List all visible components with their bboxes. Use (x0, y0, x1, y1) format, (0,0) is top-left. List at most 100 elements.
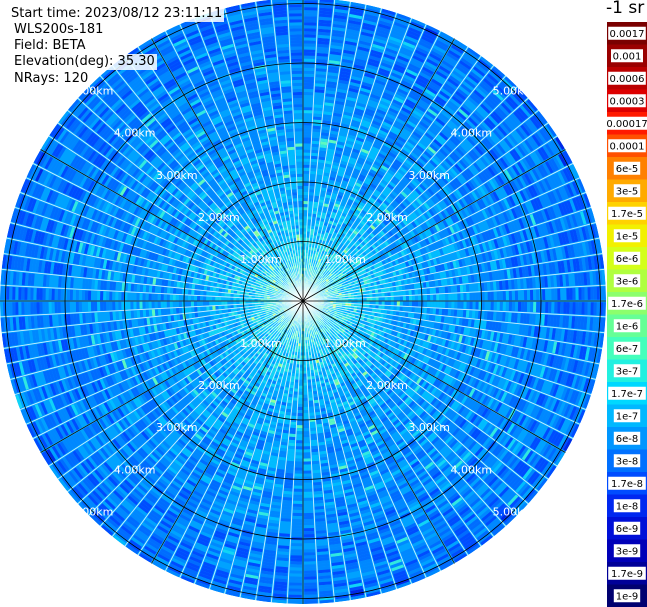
range-gate (384, 292, 388, 297)
range-gate (304, 52, 315, 56)
range-gate (384, 296, 388, 301)
range-gate (304, 34, 316, 38)
range-gate (584, 287, 588, 300)
range-gate (303, 213, 308, 217)
range-gate (496, 301, 500, 311)
range-gate (402, 290, 406, 296)
range-gate (433, 301, 437, 308)
range-gate (475, 292, 479, 301)
range-gate (303, 119, 312, 123)
range-gate (372, 297, 376, 301)
range-gate (402, 296, 406, 301)
range-gate (415, 301, 419, 307)
range-gate (557, 302, 561, 314)
range-gate (310, 170, 317, 175)
range-gate (392, 310, 397, 316)
range-gate (396, 306, 400, 311)
range-gate (408, 307, 412, 312)
range-gate (304, 43, 316, 47)
range-gate (424, 295, 428, 301)
range-gate (466, 301, 470, 310)
range-gate (438, 308, 443, 315)
range-gate (523, 301, 528, 312)
range-gate (307, 216, 312, 220)
range-gate (303, 216, 308, 220)
range-gate (439, 301, 443, 308)
range-gate (465, 310, 470, 318)
range-gate (304, 37, 316, 41)
range-gate (472, 301, 476, 310)
range-gate (405, 290, 409, 296)
range-gate (448, 301, 452, 309)
range-gate (311, 140, 320, 145)
range-gate (602, 302, 606, 316)
range-gate (310, 161, 317, 166)
range-gate (381, 305, 385, 310)
range-gate (414, 289, 418, 295)
range-gate (307, 222, 311, 226)
range-gate (303, 131, 312, 135)
range-gate (457, 293, 461, 301)
range-gate (435, 287, 440, 294)
range-gate (408, 295, 413, 301)
range-gate (453, 285, 458, 293)
range-gate (392, 286, 397, 292)
range-gate (310, 173, 316, 178)
range-gate (410, 312, 415, 319)
range-gate (306, 231, 310, 235)
range-gate (548, 289, 552, 300)
range-gate (312, 134, 320, 139)
range-gate (427, 294, 431, 301)
range-gate (407, 312, 412, 318)
range-gate (411, 307, 415, 313)
range-gate (584, 302, 588, 315)
range-gate (456, 309, 461, 317)
range-gate (404, 284, 409, 290)
range-gate (312, 207, 318, 212)
range-gate (381, 297, 385, 301)
range-gate (308, 195, 314, 199)
range-gate (303, 170, 310, 174)
range-gate (312, 213, 317, 218)
range-gate (527, 290, 531, 301)
range-gate (511, 301, 516, 312)
range-gate (517, 290, 522, 301)
range-gate (557, 288, 561, 300)
range-gate (433, 294, 437, 301)
range-gate (310, 158, 318, 163)
range-gate (303, 210, 308, 214)
range-gate (387, 292, 391, 297)
range-gate (377, 289, 382, 293)
range-gate (505, 291, 509, 301)
range-gate (310, 164, 317, 169)
range-gate (304, 58, 315, 62)
range-gate (560, 302, 564, 314)
range-gate (304, 55, 315, 59)
range-gate (418, 295, 422, 301)
range-gate (369, 294, 373, 298)
range-gate (398, 311, 403, 317)
range-gate (432, 287, 437, 294)
range-gate (398, 285, 403, 291)
range-gate (387, 305, 391, 310)
range-gate (587, 302, 591, 315)
range-gate (499, 291, 503, 301)
range-gate (303, 67, 315, 71)
range-gate (438, 287, 443, 294)
range-gate (308, 198, 314, 202)
range-gate (407, 284, 412, 290)
range-gate (303, 155, 310, 159)
range-gate (303, 234, 307, 238)
range-gate (303, 225, 307, 229)
range-gate (436, 301, 440, 308)
range-gate (363, 297, 367, 301)
range-gate (303, 201, 308, 205)
range-gate (566, 288, 570, 300)
range-gate (311, 216, 316, 221)
range-gate (303, 222, 307, 226)
range-gate (303, 207, 308, 211)
range-gate (304, 28, 317, 32)
range-gate (375, 293, 379, 297)
range-gate (378, 297, 382, 301)
range-gate (390, 301, 394, 306)
